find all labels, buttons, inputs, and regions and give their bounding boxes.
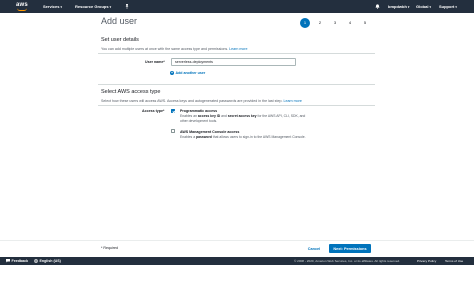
globe-icon [34,258,38,263]
desc-text: Enables a [180,134,197,139]
desc-text: other development tools. [180,119,218,124]
region-menu-label: Global [416,4,429,9]
cancel-button[interactable]: Cancel [305,244,323,253]
language-selector[interactable]: English (US) [34,259,61,263]
description-text: Select how these users will access AWS. … [101,99,283,103]
programmatic-access-checkbox[interactable] [171,108,175,113]
privacy-policy-link[interactable]: Privacy Policy [417,259,436,263]
access-type-label: Access type* [142,109,165,113]
aws-logo-text: aws [16,1,28,8]
wizard-action-bar [0,240,474,257]
plus-circle-icon: + [170,71,174,76]
section-divider [98,105,375,106]
add-another-user-button[interactable]: + Add another user [170,71,206,76]
step-3[interactable]: 3 [330,18,340,28]
programmatic-access-description: Enables an access key ID and secret acce… [180,114,305,124]
chevron-down-icon: ▾ [60,5,62,9]
step-5[interactable]: 5 [360,18,370,28]
section-divider [98,53,375,54]
support-menu-label: Support [439,4,455,9]
access-type-heading: Select AWS access type [101,89,161,95]
account-menu-label: bmpdwbh [388,4,407,9]
services-menu[interactable]: Services▾ [43,4,62,9]
chevron-down-icon: ▾ [109,5,112,9]
feedback-button[interactable]: Feedback [6,259,28,263]
required-note: * Required [101,246,118,250]
learn-more-link[interactable]: Learn more [283,99,301,103]
copyright-text: © 2008 - 2020, Amazon Web Services, Inc.… [294,259,401,263]
desc-text: for the AWS API, CLI, SDK, and [256,114,306,118]
add-another-user-label: Add another user [175,71,206,75]
aws-logo[interactable]: aws [16,2,30,12]
speech-bubble-icon [6,259,10,263]
console-access-checkbox[interactable] [171,129,175,133]
step-4[interactable]: 4 [345,18,355,28]
desc-bold: secret access key [227,114,257,118]
bell-icon[interactable] [375,3,380,9]
console-access-description: Enables a password that allows users to … [180,135,306,140]
feedback-label: Feedback [11,258,29,263]
terms-of-use-link[interactable]: Terms of Use [445,259,463,263]
desc-text: and [220,114,228,118]
desc-bold: password [196,134,212,139]
user-name-input[interactable] [171,58,296,66]
step-1[interactable]: 1 [300,18,310,28]
set-user-details-description: You can add multiple users at once with … [101,47,248,51]
step-2[interactable]: 2 [315,18,325,28]
support-menu[interactable]: Support▾ [439,4,457,9]
access-type-description: Select how these users will access AWS. … [101,99,302,103]
user-name-label: User name* [145,60,165,64]
top-navigation-bar: aws Services▾ Resource Groups▾ bmpdwbh▾ … [0,0,474,13]
aws-logo-smile [17,8,27,11]
learn-more-link[interactable]: Learn more [229,47,247,51]
chevron-down-icon: ▾ [455,5,457,9]
resource-groups-menu-label: Resource Groups [75,4,109,9]
section-divider [98,84,375,85]
page-title: Add user [101,16,138,26]
resource-groups-menu[interactable]: Resource Groups▾ [75,4,111,9]
console-footer: Feedback English (US) © 2008 - 2020, Ama… [0,257,474,265]
programmatic-access-title: Programmatic access [180,109,218,113]
chevron-down-icon: ▾ [429,5,431,9]
description-text: You can add multiple users at once with … [101,47,229,51]
chevron-down-icon: ▾ [407,5,410,9]
set-user-details-heading: Set user details [101,37,139,43]
desc-bold: access key ID [197,114,221,118]
account-menu[interactable]: bmpdwbh▾ [388,4,409,9]
desc-text: Enables an [180,114,198,118]
services-menu-label: Services [43,4,60,9]
region-menu[interactable]: Global▾ [416,4,431,9]
language-label: English (US) [39,258,61,263]
desc-text: that allows users to sign-in to the AWS … [211,134,306,139]
pin-icon[interactable] [125,3,129,9]
next-permissions-button[interactable]: Next: Permissions [329,244,371,253]
console-access-title: AWS Management Console access [180,129,240,134]
